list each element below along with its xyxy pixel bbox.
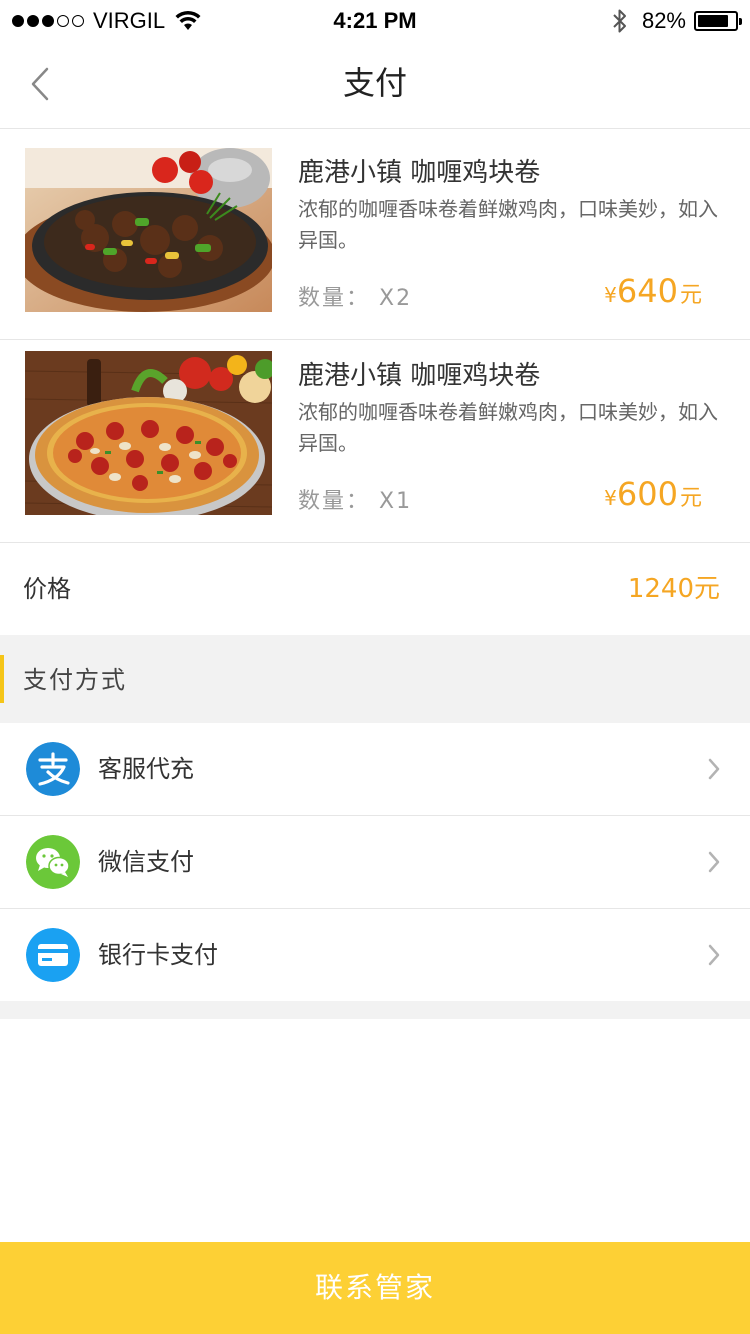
item-price: ¥ 640 元 (604, 272, 702, 310)
item-quantity: 数量： X2 (298, 286, 413, 311)
payment-screen: VIRGIL 4:21 PM 82% 支付 鹿港小镇 咖喱鸡块卷 浓郁的咖喱香味… (0, 0, 750, 1334)
price-value: 640 (616, 272, 678, 310)
payment-method-bank-card[interactable]: 银行卡支付 (0, 909, 750, 1002)
pepperoni-pizza-image (25, 351, 272, 515)
price-symbol: ¥ (604, 486, 617, 510)
contact-butler-button[interactable]: 联系管家 (0, 1242, 750, 1334)
chevron-right-icon (708, 851, 720, 873)
payment-method-label: 银行卡支付 (98, 941, 218, 969)
payment-section-header: 支付方式 (0, 635, 750, 723)
total-row: 价格 1240元 (0, 543, 750, 635)
price-symbol: ¥ (604, 283, 617, 307)
page-title: 支付 (342, 64, 407, 102)
item-name: 鹿港小镇 咖喱鸡块卷 (298, 158, 541, 188)
payment-method-label: 微信支付 (98, 848, 194, 876)
nav-bar: 支付 (0, 40, 750, 129)
price-unit: 元 (679, 283, 702, 308)
payment-method-wechat[interactable]: 微信支付 (0, 816, 750, 909)
bank-card-icon (26, 928, 80, 982)
order-item[interactable]: 鹿港小镇 咖喱鸡块卷 浓郁的咖喱香味卷着鲜嫩鸡肉，口味美妙，如入异国。 数量： … (0, 130, 750, 340)
payment-method-customer-service[interactable]: 客服代充 (0, 723, 750, 816)
wechat-icon (26, 835, 80, 889)
chevron-right-icon (708, 758, 720, 780)
payment-method-label: 客服代充 (98, 755, 194, 783)
section-accent-bar (0, 655, 4, 703)
item-description: 浓郁的咖喱香味卷着鲜嫩鸡肉，口味美妙，如入异国。 (298, 197, 718, 252)
price-value: 600 (616, 475, 678, 513)
item-quantity: 数量： X1 (298, 489, 413, 514)
total-value: 1240元 (627, 574, 720, 604)
item-price: ¥ 600 元 (604, 475, 702, 513)
battery-nub (739, 18, 742, 25)
status-right: 82% (612, 6, 742, 36)
bluetooth-icon (613, 9, 626, 33)
payment-section-title: 支付方式 (23, 666, 127, 694)
alipay-icon (26, 742, 80, 796)
battery-level (698, 15, 728, 27)
order-item[interactable]: 鹿港小镇 咖喱鸡块卷 浓郁的咖喱香味卷着鲜嫩鸡肉，口味美妙，如入异国。 数量： … (0, 333, 750, 543)
price-unit: 元 (679, 486, 702, 511)
battery-percentage: 82% (641, 8, 686, 33)
item-description: 浓郁的咖喱香味卷着鲜嫩鸡肉，口味美妙，如入异国。 (298, 400, 718, 455)
chevron-right-icon (708, 944, 720, 966)
section-divider (0, 1001, 750, 1019)
item-name: 鹿港小镇 咖喱鸡块卷 (298, 361, 541, 391)
sizzling-beef-dish-image (25, 148, 272, 312)
total-label: 价格 (23, 575, 71, 603)
battery-icon (694, 11, 742, 31)
status-bar: VIRGIL 4:21 PM 82% (0, 0, 750, 40)
